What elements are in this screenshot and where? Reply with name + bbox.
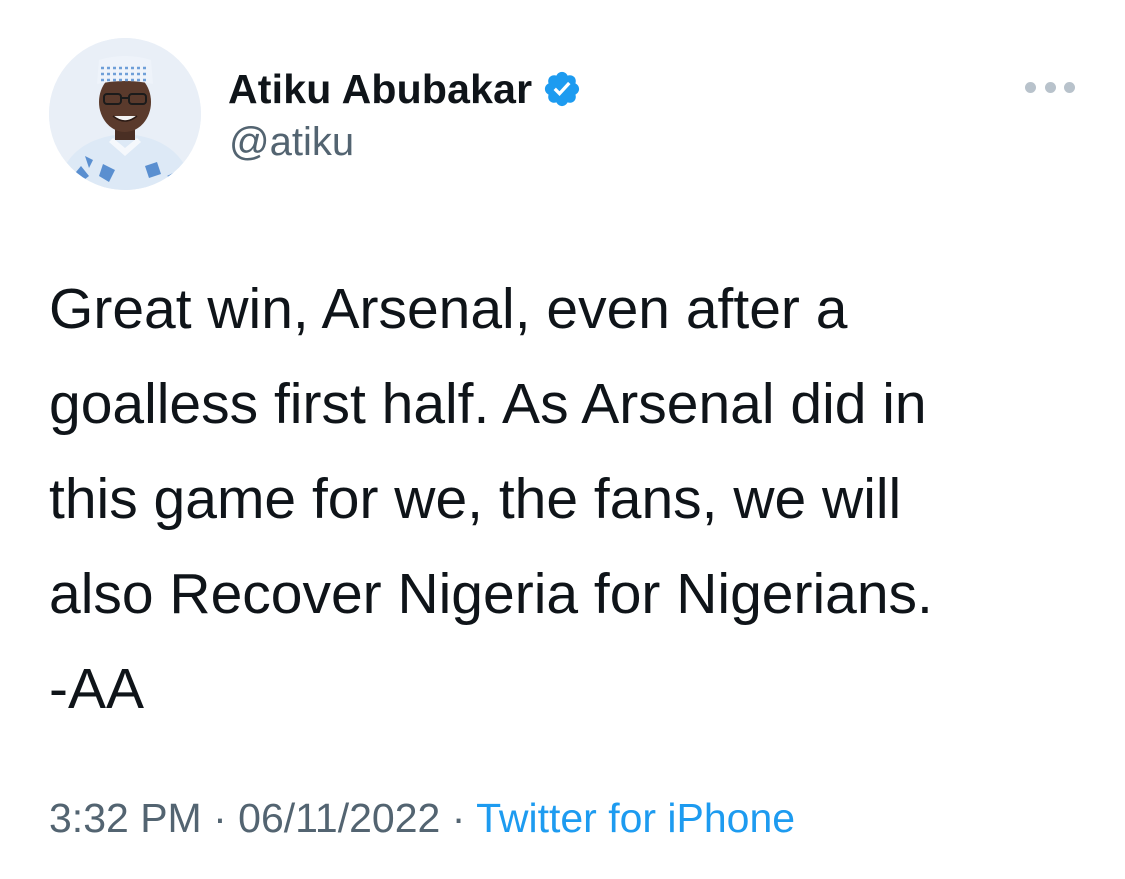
more-options-icon[interactable]	[1025, 76, 1075, 98]
tweet-text-line: also Recover Nigeria for Nigerians.	[49, 562, 933, 626]
tweet-text-line: -AA	[49, 657, 145, 721]
tweet-text-line: Great win, Arsenal, even after a	[49, 277, 848, 341]
author-name-row: Atiku Abubakar	[228, 64, 582, 114]
verified-badge-icon	[542, 69, 582, 109]
more-dot	[1025, 81, 1036, 93]
tweet-text: Great win, Arsenal, even after a goalles…	[49, 262, 1089, 737]
tweet-date[interactable]: 06/11/2022	[238, 795, 440, 841]
more-dot	[1064, 81, 1075, 93]
avatar[interactable]	[49, 38, 201, 190]
tweet-time[interactable]: 3:32 PM	[49, 795, 202, 841]
user-handle[interactable]: @atiku	[229, 120, 354, 165]
more-dot	[1044, 81, 1056, 93]
meta-separator: ·	[451, 795, 466, 841]
avatar-image	[49, 38, 201, 190]
display-name[interactable]: Atiku Abubakar	[228, 66, 532, 113]
tweet-text-line: this game for we, the fans, we will	[49, 467, 902, 531]
meta-separator: ·	[213, 795, 227, 841]
tweet-source-link[interactable]: Twitter for iPhone	[476, 795, 795, 841]
tweet-text-line: goalless first half. As Arsenal did in	[49, 372, 927, 436]
tweet-meta: 3:32 PM · 06/11/2022 · Twitter for iPhon…	[49, 795, 795, 842]
